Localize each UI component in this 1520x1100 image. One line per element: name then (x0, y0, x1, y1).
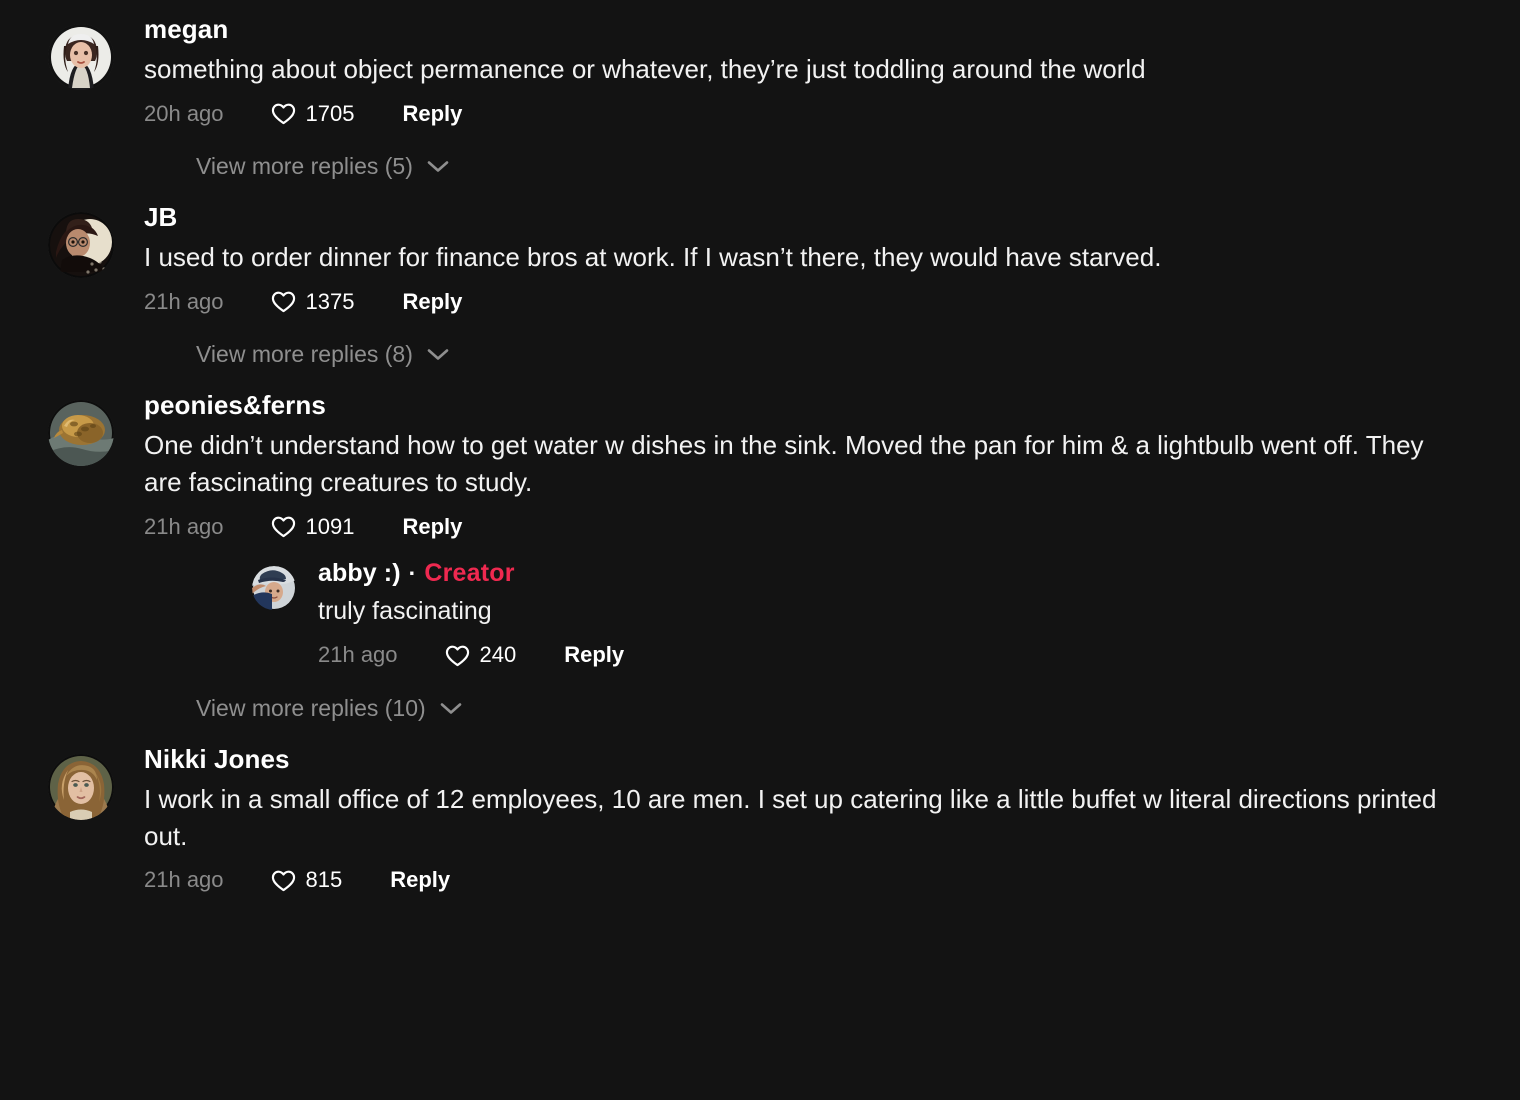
view-more-replies-label: View more replies (10) (196, 694, 426, 721)
comment-body: Nikki Jones I work in a small office of … (114, 744, 1490, 894)
view-more-replies-label: View more replies (5) (196, 153, 413, 180)
like-button[interactable]: 815 (270, 867, 343, 894)
comment-item: peonies&ferns One didn’t understand how … (48, 390, 1490, 669)
comment-thread: Nikki Jones I work in a small office of … (48, 744, 1490, 894)
heart-outline-icon (271, 291, 295, 313)
reply-button[interactable]: Reply (564, 642, 624, 668)
like-button[interactable]: 240 (444, 642, 517, 669)
comment-thread: JB I used to order dinner for finance br… (48, 202, 1490, 368)
comment-meta: 20h ago 1705 Reply (144, 100, 1490, 127)
comment-body: peonies&ferns One didn’t understand how … (114, 390, 1490, 669)
comment-thread: megan something about object permanence … (48, 14, 1490, 180)
comment-timestamp: 21h ago (318, 642, 398, 668)
comment-meta: 21h ago 815 Reply (144, 867, 1490, 894)
like-button[interactable]: 1091 (270, 513, 355, 540)
comment-header: abby :) · Creator (318, 558, 1490, 588)
avatar-megan[interactable] (48, 24, 114, 90)
view-more-replies-button[interactable]: View more replies (10) (196, 695, 1490, 722)
comment-reply-item: abby :) · Creator truly fascinating 21h … (252, 558, 1490, 669)
comment-body: JB I used to order dinner for finance br… (114, 202, 1490, 315)
comment-timestamp: 20h ago (144, 100, 224, 126)
view-more-replies-label: View more replies (8) (196, 341, 413, 368)
comment-text: something about object permanence or wha… (144, 54, 1146, 85)
view-more-replies-button[interactable]: View more replies (5) (196, 153, 1490, 180)
comment-text: truly fascinating (318, 597, 492, 626)
avatar-peonies[interactable] (48, 400, 114, 467)
creator-badge: Creator (424, 559, 515, 588)
comment-header: peonies&ferns (144, 390, 1490, 421)
comment-item: Nikki Jones I work in a small office of … (48, 744, 1490, 894)
comment-header: megan (144, 14, 1490, 45)
like-button[interactable]: 1705 (270, 100, 355, 127)
avatar-nikki[interactable] (48, 753, 114, 820)
reply-button[interactable]: Reply (390, 867, 450, 893)
chevron-down-icon (440, 702, 461, 714)
like-count: 1705 (305, 100, 355, 126)
reply-button[interactable]: Reply (402, 514, 462, 540)
comment-thread: peonies&ferns One didn’t understand how … (48, 390, 1490, 722)
creator-separator: · (408, 560, 417, 587)
view-more-replies-button[interactable]: View more replies (8) (196, 341, 1490, 368)
like-count: 1091 (305, 513, 355, 539)
comment-username[interactable]: abby :) (318, 558, 401, 588)
reply-button[interactable]: Reply (402, 101, 462, 127)
comment-text: I used to order dinner for finance bros … (144, 242, 1162, 273)
comment-text: I work in a small office of 12 employees… (144, 783, 1437, 851)
comments-panel: megan something about object permanence … (0, 0, 1520, 1100)
heart-outline-icon (271, 103, 295, 125)
like-count: 1375 (305, 288, 355, 314)
comment-username[interactable]: JB (144, 202, 177, 233)
comment-timestamp: 21h ago (144, 513, 224, 539)
comment-timestamp: 21h ago (144, 867, 224, 893)
comment-item: megan something about object permanence … (48, 14, 1490, 127)
comment-username[interactable]: Nikki Jones (144, 744, 290, 775)
like-button[interactable]: 1375 (270, 288, 355, 315)
comment-timestamp: 21h ago (144, 288, 224, 314)
comment-username[interactable]: megan (144, 14, 228, 45)
comment-header: Nikki Jones (144, 744, 1490, 775)
comment-meta: 21h ago 1091 Reply (144, 513, 1490, 540)
comment-header: JB (144, 202, 1490, 233)
like-count: 815 (305, 867, 343, 893)
chevron-down-icon (427, 161, 449, 172)
comment-username[interactable]: peonies&ferns (144, 390, 326, 421)
heart-outline-icon (271, 870, 295, 891)
avatar-jb[interactable] (48, 212, 114, 279)
reply-list: abby :) · Creator truly fascinating 21h … (252, 558, 1490, 669)
comment-meta: 21h ago 240 Reply (318, 642, 1490, 669)
chevron-down-icon (427, 349, 449, 360)
avatar-abby[interactable] (252, 566, 296, 611)
comment-body: abby :) · Creator truly fascinating 21h … (296, 558, 1490, 669)
comment-item: JB I used to order dinner for finance br… (48, 202, 1490, 315)
like-count: 240 (479, 642, 517, 668)
comment-text: One didn’t understand how to get water w… (144, 430, 1424, 498)
heart-outline-icon (271, 516, 295, 538)
heart-outline-icon (445, 645, 469, 666)
comment-meta: 21h ago 1375 Reply (144, 288, 1490, 315)
comment-body: megan something about object permanence … (114, 14, 1490, 127)
reply-button[interactable]: Reply (402, 289, 462, 315)
